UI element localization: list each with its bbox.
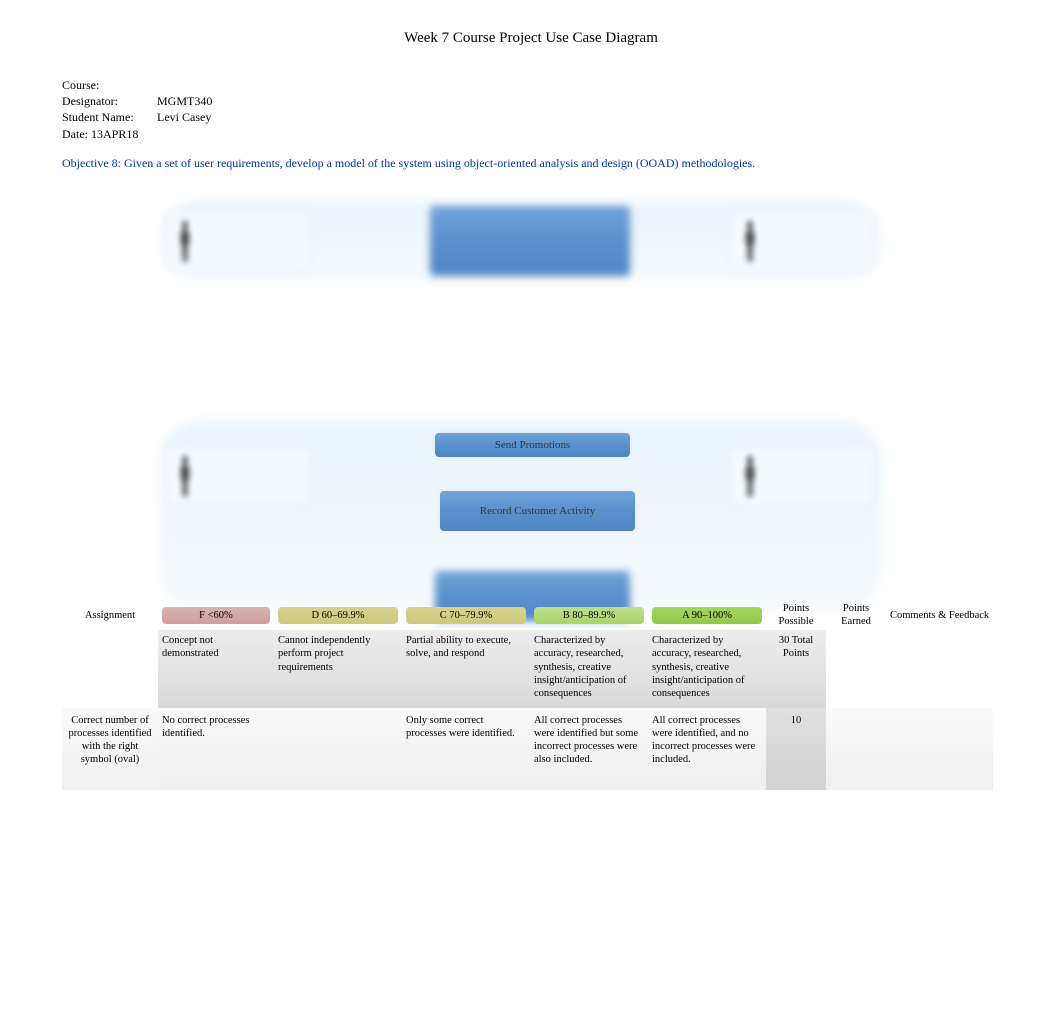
header-comments: Comments & Feedback <box>886 600 993 630</box>
descriptor-c: Partial ability to execute, solve, and r… <box>402 630 530 708</box>
actor-box-left-top <box>165 211 310 271</box>
rubric-table: Assignment F <60% D 60–69.9% C 70–79.9% … <box>62 600 993 790</box>
use-case-record-customer-activity: Record Customer Activity <box>440 491 635 531</box>
course-value: MGMT340 <box>157 93 212 109</box>
header-info-block: Course: Designator: MGMT340 Student Name… <box>62 77 1062 142</box>
actor-icon <box>739 220 761 262</box>
course-label: Course: Designator: <box>62 77 154 109</box>
rubric-header-row: Assignment F <60% D 60–69.9% C 70–79.9% … <box>62 600 993 630</box>
header-grade-c: C 70–79.9% <box>406 607 526 624</box>
date-label: Date: <box>62 126 88 142</box>
row-points-possible: 10 <box>766 708 826 791</box>
row-assignment: Correct number of processes identified w… <box>62 708 158 791</box>
student-row: Student Name: Levi Casey <box>62 109 1062 125</box>
row-d <box>274 708 402 791</box>
row-points-earned <box>826 708 886 791</box>
header-points-earned: Points Earned <box>826 600 886 630</box>
course-row: Course: Designator: MGMT340 <box>62 77 1062 109</box>
header-grade-b: B 80–89.9% <box>534 607 644 624</box>
header-grade-a: A 90–100% <box>652 607 762 624</box>
page-title: Week 7 Course Project Use Case Diagram <box>0 0 1062 77</box>
objective-text: Objective 8: Given a set of user require… <box>62 156 1062 171</box>
row-a: All correct processes were identified, a… <box>648 708 766 791</box>
rubric-descriptor-row: Concept not demonstrated Cannot independ… <box>62 630 993 708</box>
use-case-send-promotions: Send Promotions <box>435 433 630 457</box>
use-case-block-blurred-top <box>430 206 630 276</box>
actor-icon <box>174 455 196 497</box>
actor-box-right-bottom <box>730 446 875 506</box>
actor-box-right-top <box>730 211 875 271</box>
descriptor-b: Characterized by accuracy, researched, s… <box>530 630 648 708</box>
descriptor-a: Characterized by accuracy, researched, s… <box>648 630 766 708</box>
row-f: No correct processes identified. <box>158 708 274 791</box>
row-b: All correct processes were identified bu… <box>530 708 648 791</box>
header-points-possible: Points Possible <box>766 600 826 630</box>
rubric-row: Correct number of processes identified w… <box>62 708 993 791</box>
descriptor-d: Cannot independently perform project req… <box>274 630 402 708</box>
student-label: Student Name: <box>62 109 154 125</box>
actor-icon <box>739 455 761 497</box>
use-case-diagram: Send Promotions Record Customer Activity <box>0 201 1062 631</box>
student-value: Levi Casey <box>157 109 211 125</box>
descriptor-f: Concept not demonstrated <box>158 630 274 708</box>
actor-box-left-bottom <box>165 446 310 506</box>
descriptor-points-possible: 30 Total Points <box>766 630 826 708</box>
date-row: Date: 13APR18 <box>62 126 1062 142</box>
row-c: Only some correct processes were identif… <box>402 708 530 791</box>
row-comments <box>886 708 993 791</box>
header-assignment: Assignment <box>62 600 158 630</box>
date-value: 13APR18 <box>91 126 138 142</box>
actor-icon <box>174 220 196 262</box>
header-grade-d: D 60–69.9% <box>278 607 398 624</box>
header-grade-f: F <60% <box>162 607 270 624</box>
